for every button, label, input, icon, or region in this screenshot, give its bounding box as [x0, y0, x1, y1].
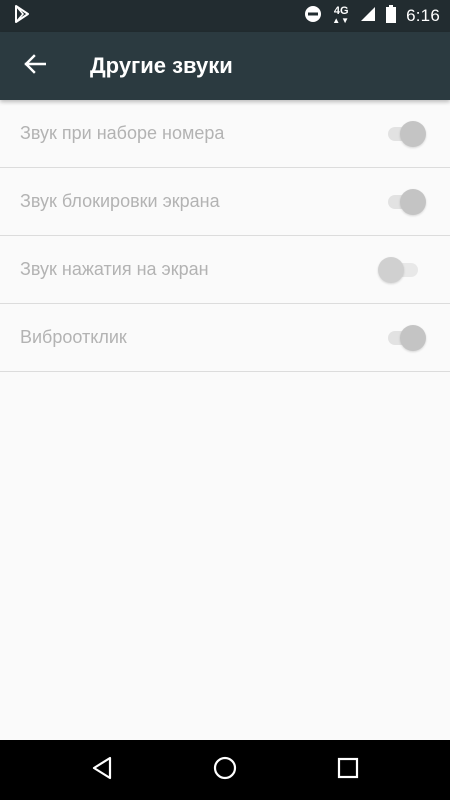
- network-label: 4G: [333, 5, 349, 17]
- data-arrows-icon: ▲▼: [332, 16, 351, 25]
- setting-row-touch-sound[interactable]: Звук нажатия на экран: [0, 236, 450, 304]
- back-button[interactable]: [0, 32, 70, 100]
- setting-row-dial-sound[interactable]: Звук при наборе номера: [0, 100, 450, 168]
- setting-label: Звук при наборе номера: [20, 123, 225, 143]
- page-title: Другие звуки: [90, 53, 233, 78]
- signal-icon: [360, 6, 376, 27]
- recents-square-icon: [337, 757, 359, 784]
- setting-row-vibration[interactable]: Виброотклик: [0, 304, 450, 372]
- nav-back-button[interactable]: [72, 740, 132, 800]
- dial-sound-toggle[interactable]: [384, 120, 428, 148]
- play-store-icon: [14, 4, 30, 28]
- switch-thumb: [400, 120, 426, 147]
- status-right: 4G ▲▼ 6:16: [304, 4, 440, 28]
- setting-label: Звук нажатия на экран: [20, 259, 209, 279]
- setting-label: Звук блокировки экрана: [20, 191, 220, 211]
- home-circle-icon: [213, 756, 237, 785]
- setting-label: Виброотклик: [20, 327, 127, 347]
- arrow-back-icon: [24, 53, 47, 79]
- lock-sound-toggle[interactable]: [384, 188, 428, 216]
- touch-sound-toggle[interactable]: [378, 256, 428, 284]
- network-type: 4G ▲▼: [332, 6, 350, 26]
- nav-home-button[interactable]: [195, 740, 255, 800]
- switch-thumb: [400, 188, 426, 215]
- switch-thumb: [378, 256, 404, 283]
- setting-row-lock-sound[interactable]: Звук блокировки экрана: [0, 168, 450, 236]
- vibration-toggle[interactable]: [384, 324, 428, 352]
- nav-recents-button[interactable]: [318, 740, 378, 800]
- status-time: 6:16: [406, 6, 440, 25]
- switch-thumb: [400, 324, 426, 351]
- settings-list: Звук при наборе номера Звук блокировки э…: [0, 100, 450, 372]
- do-not-disturb-icon: [304, 5, 322, 28]
- back-triangle-icon: [91, 756, 113, 785]
- navigation-bar: [0, 740, 450, 800]
- battery-icon: [386, 4, 397, 28]
- status-bar: 4G ▲▼ 6:16: [0, 0, 450, 32]
- status-left: [14, 4, 30, 28]
- toolbar: Другие звуки: [0, 32, 450, 100]
